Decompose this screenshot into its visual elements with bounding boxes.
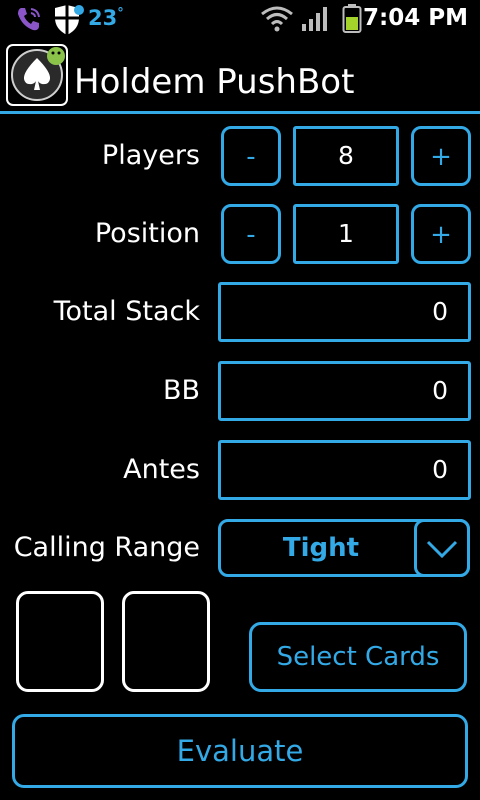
clock: 7:04 PM — [363, 5, 468, 31]
position-increment-button[interactable]: + — [411, 204, 471, 264]
total-stack-label: Total Stack — [53, 296, 200, 327]
dropdown-button[interactable] — [414, 519, 470, 577]
players-decrement-button[interactable]: - — [221, 126, 281, 186]
shield-icon — [52, 4, 86, 40]
position-value-field[interactable]: 1 — [293, 204, 399, 264]
antes-label: Antes — [123, 454, 200, 485]
card-slot-2[interactable] — [122, 591, 210, 692]
players-label: Players — [101, 140, 200, 171]
position-decrement-button[interactable]: - — [221, 204, 281, 264]
battery-icon — [342, 4, 362, 38]
select-cards-button[interactable]: Select Cards — [249, 622, 467, 692]
evaluate-button[interactable]: Evaluate — [12, 714, 468, 788]
app-title-bar: Holdem PushBot — [0, 38, 480, 114]
wifi-icon — [260, 6, 294, 36]
total-stack-input[interactable]: 0 — [218, 282, 471, 342]
bb-label: BB — [162, 375, 200, 406]
app-title: Holdem PushBot — [74, 62, 355, 102]
phone-icon — [14, 4, 44, 38]
signal-icon — [300, 6, 330, 36]
temperature-readout: 23° — [88, 6, 124, 30]
status-bar: 23° 7:04 PM — [0, 0, 480, 38]
position-label: Position — [94, 218, 200, 249]
calling-range-label: Calling Range — [13, 532, 200, 563]
players-increment-button[interactable]: + — [411, 126, 471, 186]
spade-app-icon — [6, 44, 68, 106]
antes-input[interactable]: 0 — [218, 440, 471, 500]
calling-range-select[interactable]: Tight — [218, 519, 470, 577]
bb-input[interactable]: 0 — [218, 361, 471, 421]
players-value-field[interactable]: 8 — [293, 126, 399, 186]
calling-range-value: Tight — [282, 533, 360, 563]
card-slot-1[interactable] — [16, 591, 104, 692]
chevron-down-icon — [426, 540, 458, 559]
